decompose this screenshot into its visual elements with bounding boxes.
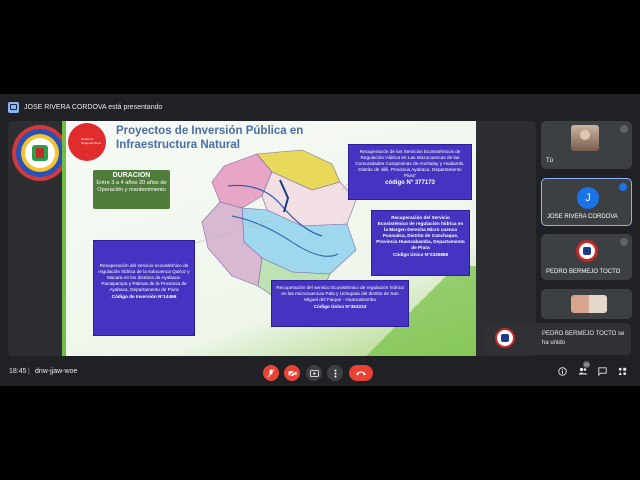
present-icon	[8, 101, 19, 113]
people-count-badge: 20	[583, 361, 590, 368]
gobierno-regional-logo-text: Gobierno Regional Piura	[81, 137, 101, 145]
mic-off-icon	[620, 238, 628, 246]
mic-toggle-button[interactable]	[263, 365, 279, 381]
chat-button[interactable]	[597, 367, 607, 377]
people-icon	[578, 367, 588, 375]
participant-tile-you[interactable]: Tú	[541, 121, 632, 169]
participant-tile-pedro[interactable]: PEDRO BERMEJO TOCTO	[541, 234, 632, 280]
participant-name: JOSE RIVERA CORDOVA	[547, 214, 618, 220]
participant-name: PEDRO BERMEJO TOCTO	[546, 269, 621, 275]
project-code: Código Único N°363223	[313, 304, 367, 309]
present-screen-button[interactable]	[306, 365, 322, 381]
people-button[interactable]: 20	[578, 361, 590, 377]
activities-button[interactable]	[617, 367, 627, 377]
project-box-quiroz-macara: Recuperación del servicio ecosistémico d…	[93, 240, 195, 336]
project-box-pala-uchupata: Recuperación del servicio Ecosistémico d…	[271, 280, 409, 327]
control-bar: 18:45 | dnw-jjaw-woe 20	[0, 360, 640, 386]
chat-icon	[597, 367, 607, 377]
project-text: Recuperación de los Servicios Ecosistémi…	[355, 149, 465, 178]
duration-title: DURACION	[112, 172, 151, 179]
avatar-group	[571, 295, 607, 313]
self-video	[571, 125, 599, 151]
participant-name: Tú	[546, 158, 554, 164]
leave-call-button[interactable]	[349, 365, 373, 381]
presentation-slide: Gobierno Regional Piura Proyectos de Inv…	[62, 121, 476, 356]
project-code: código N° 377173	[385, 180, 435, 186]
hang-up-icon	[356, 371, 366, 376]
project-text: Recuperación del servicio ecosistémico d…	[98, 263, 190, 292]
meeting-code: dnw-jjaw-woe	[35, 368, 78, 375]
presenting-text: JOSE RIVERA CORDOVA está presentando	[24, 103, 163, 111]
presenting-bar: JOSE RIVERA CORDOVA está presentando	[8, 99, 162, 115]
project-code: Código de Inversión N°14466	[111, 294, 177, 299]
shared-screen: Gobierno Regional Piura Proyectos de Inv…	[8, 121, 536, 356]
avatar: J	[577, 187, 599, 209]
duration-body: Entre 3 a 4 años 20 años de Operación y …	[96, 180, 167, 193]
project-box-anchalay: Recuperación de los Servicios Ecosistémi…	[348, 144, 472, 200]
duration-box: DURACION Entre 3 a 4 años 20 años de Ope…	[93, 170, 170, 209]
meet-window: JOSE RIVERA CORDOVA está presentando Gob…	[0, 94, 640, 386]
participant-tile-others[interactable]	[541, 289, 632, 319]
more-options-button[interactable]	[327, 365, 343, 381]
project-code: Código Único N°2335868	[392, 252, 449, 257]
more-options-icon[interactable]	[620, 125, 628, 133]
present-icon	[309, 369, 319, 377]
join-notification-text: PEDRO BERMEJO TOCTO se ha unido	[542, 331, 625, 346]
speaking-indicator-icon	[619, 183, 627, 191]
avatar	[576, 240, 598, 262]
participant-tile-jose[interactable]: J JOSE RIVERA CORDOVA	[541, 178, 632, 226]
project-box-pusmalca: Recuperación del Servicio Ecosistémico d…	[371, 210, 470, 276]
meeting-info-button[interactable]	[557, 367, 567, 377]
camera-off-icon	[287, 369, 296, 377]
project-text: Recuperación del Servicio Ecosistémico d…	[376, 215, 465, 250]
gobierno-regional-logo: Gobierno Regional Piura	[68, 123, 106, 161]
slide-green-band	[62, 121, 66, 356]
avatar	[495, 328, 515, 348]
camera-toggle-button[interactable]	[284, 365, 300, 381]
more-vert-icon	[334, 369, 336, 377]
join-notification: PEDRO BERMEJO TOCTO se ha unido	[485, 323, 631, 355]
project-text: Recuperación del servicio Ecosistémico d…	[276, 285, 404, 302]
clock: 18:45	[9, 368, 27, 375]
activities-icon	[618, 367, 626, 375]
info-icon	[557, 367, 567, 376]
clock-separator: |	[28, 368, 30, 375]
mic-off-icon	[267, 368, 275, 377]
university-crest-logo	[12, 125, 68, 181]
